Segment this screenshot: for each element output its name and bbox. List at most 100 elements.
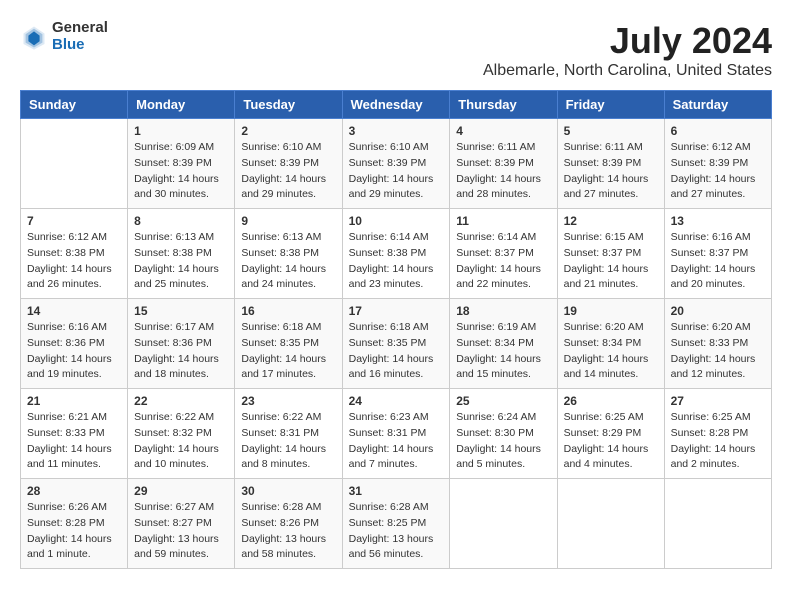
calendar-cell: 15 Sunrise: 6:17 AM Sunset: 8:36 PM Dayli… (128, 299, 235, 389)
day-number: 7 (27, 214, 121, 228)
calendar-body: 1 Sunrise: 6:09 AM Sunset: 8:39 PM Daylig… (21, 119, 772, 569)
day-number: 22 (134, 394, 228, 408)
day-number: 29 (134, 484, 228, 498)
day-info: Sunrise: 6:20 AM Sunset: 8:33 PM Dayligh… (671, 320, 765, 383)
calendar-week-5: 28 Sunrise: 6:26 AM Sunset: 8:28 PM Dayli… (21, 479, 772, 569)
calendar-cell: 4 Sunrise: 6:11 AM Sunset: 8:39 PM Daylig… (450, 119, 557, 209)
calendar-cell: 8 Sunrise: 6:13 AM Sunset: 8:38 PM Daylig… (128, 209, 235, 299)
day-info: Sunrise: 6:20 AM Sunset: 8:34 PM Dayligh… (564, 320, 658, 383)
day-number: 6 (671, 124, 765, 138)
calendar-cell: 3 Sunrise: 6:10 AM Sunset: 8:39 PM Daylig… (342, 119, 450, 209)
calendar-cell: 11Sunrise: 6:14 AM Sunset: 8:37 PM Dayli… (450, 209, 557, 299)
day-info: Sunrise: 6:12 AM Sunset: 8:39 PM Dayligh… (671, 140, 765, 203)
day-info: Sunrise: 6:16 AM Sunset: 8:36 PM Dayligh… (27, 320, 121, 383)
calendar-cell: 23 Sunrise: 6:22 AM Sunset: 8:31 PM Dayli… (235, 389, 342, 479)
day-info: Sunrise: 6:10 AM Sunset: 8:39 PM Dayligh… (349, 140, 444, 203)
day-number: 28 (27, 484, 121, 498)
day-number: 4 (456, 124, 550, 138)
day-number: 19 (564, 304, 658, 318)
calendar-cell: 31 Sunrise: 6:28 AM Sunset: 8:25 PM Dayli… (342, 479, 450, 569)
day-number: 25 (456, 394, 550, 408)
day-number: 16 (241, 304, 335, 318)
day-info: Sunrise: 6:13 AM Sunset: 8:38 PM Dayligh… (241, 230, 335, 293)
day-number: 14 (27, 304, 121, 318)
logo: General Blue (20, 20, 108, 53)
logo-text: General Blue (52, 20, 108, 53)
day-info: Sunrise: 6:17 AM Sunset: 8:36 PM Dayligh… (134, 320, 228, 383)
day-info: Sunrise: 6:14 AM Sunset: 8:38 PM Dayligh… (349, 230, 444, 293)
main-title: July 2024 (483, 20, 772, 62)
day-number: 21 (27, 394, 121, 408)
day-number: 17 (349, 304, 444, 318)
day-number: 24 (349, 394, 444, 408)
calendar-cell: 21Sunrise: 6:21 AM Sunset: 8:33 PM Dayli… (21, 389, 128, 479)
day-number: 12 (564, 214, 658, 228)
day-number: 9 (241, 214, 335, 228)
day-number: 5 (564, 124, 658, 138)
day-info: Sunrise: 6:22 AM Sunset: 8:31 PM Dayligh… (241, 410, 335, 473)
calendar-cell: 9 Sunrise: 6:13 AM Sunset: 8:38 PM Daylig… (235, 209, 342, 299)
calendar-table: SundayMondayTuesdayWednesdayThursdayFrid… (20, 90, 772, 569)
header: General Blue July 2024 Albemarle, North … (20, 20, 772, 80)
calendar-cell: 26 Sunrise: 6:25 AM Sunset: 8:29 PM Dayli… (557, 389, 664, 479)
calendar-cell: 1 Sunrise: 6:09 AM Sunset: 8:39 PM Daylig… (128, 119, 235, 209)
day-number: 23 (241, 394, 335, 408)
day-info: Sunrise: 6:09 AM Sunset: 8:39 PM Dayligh… (134, 140, 228, 203)
column-header-sunday: Sunday (21, 91, 128, 119)
calendar-cell: 13Sunrise: 6:16 AM Sunset: 8:37 PM Dayli… (664, 209, 771, 299)
calendar-header: SundayMondayTuesdayWednesdayThursdayFrid… (21, 91, 772, 119)
title-block: July 2024 Albemarle, North Carolina, Uni… (483, 20, 772, 80)
day-info: Sunrise: 6:25 AM Sunset: 8:28 PM Dayligh… (671, 410, 765, 473)
calendar-cell: 16Sunrise: 6:18 AM Sunset: 8:35 PM Dayli… (235, 299, 342, 389)
day-number: 20 (671, 304, 765, 318)
calendar-cell: 19 Sunrise: 6:20 AM Sunset: 8:34 PM Dayli… (557, 299, 664, 389)
calendar-cell: 29 Sunrise: 6:27 AM Sunset: 8:27 PM Dayli… (128, 479, 235, 569)
calendar-week-4: 21Sunrise: 6:21 AM Sunset: 8:33 PM Dayli… (21, 389, 772, 479)
calendar-week-3: 14 Sunrise: 6:16 AM Sunset: 8:36 PM Dayli… (21, 299, 772, 389)
calendar-cell: 2Sunrise: 6:10 AM Sunset: 8:39 PM Daylig… (235, 119, 342, 209)
day-number: 3 (349, 124, 444, 138)
day-info: Sunrise: 6:28 AM Sunset: 8:25 PM Dayligh… (349, 500, 444, 563)
day-info: Sunrise: 6:11 AM Sunset: 8:39 PM Dayligh… (456, 140, 550, 203)
day-number: 1 (134, 124, 228, 138)
day-info: Sunrise: 6:22 AM Sunset: 8:32 PM Dayligh… (134, 410, 228, 473)
day-number: 8 (134, 214, 228, 228)
logo-line2: Blue (52, 37, 108, 54)
day-info: Sunrise: 6:26 AM Sunset: 8:28 PM Dayligh… (27, 500, 121, 563)
calendar-cell: 24Sunrise: 6:23 AM Sunset: 8:31 PM Dayli… (342, 389, 450, 479)
calendar-cell: 17 Sunrise: 6:18 AM Sunset: 8:35 PM Dayli… (342, 299, 450, 389)
calendar-cell: 22 Sunrise: 6:22 AM Sunset: 8:32 PM Dayli… (128, 389, 235, 479)
day-number: 13 (671, 214, 765, 228)
day-number: 31 (349, 484, 444, 498)
day-number: 11 (456, 214, 550, 228)
calendar-cell: 25Sunrise: 6:24 AM Sunset: 8:30 PM Dayli… (450, 389, 557, 479)
day-number: 15 (134, 304, 228, 318)
column-header-monday: Monday (128, 91, 235, 119)
calendar-cell: 14 Sunrise: 6:16 AM Sunset: 8:36 PM Dayli… (21, 299, 128, 389)
calendar-cell (557, 479, 664, 569)
day-info: Sunrise: 6:13 AM Sunset: 8:38 PM Dayligh… (134, 230, 228, 293)
subtitle: Albemarle, North Carolina, United States (483, 62, 772, 80)
calendar-cell: 7Sunrise: 6:12 AM Sunset: 8:38 PM Daylig… (21, 209, 128, 299)
calendar-cell (21, 119, 128, 209)
day-info: Sunrise: 6:15 AM Sunset: 8:37 PM Dayligh… (564, 230, 658, 293)
calendar-cell (664, 479, 771, 569)
column-header-friday: Friday (557, 91, 664, 119)
day-number: 26 (564, 394, 658, 408)
calendar-cell: 5 Sunrise: 6:11 AM Sunset: 8:39 PM Daylig… (557, 119, 664, 209)
day-info: Sunrise: 6:25 AM Sunset: 8:29 PM Dayligh… (564, 410, 658, 473)
day-number: 30 (241, 484, 335, 498)
day-info: Sunrise: 6:18 AM Sunset: 8:35 PM Dayligh… (349, 320, 444, 383)
logo-icon (20, 23, 48, 51)
day-info: Sunrise: 6:27 AM Sunset: 8:27 PM Dayligh… (134, 500, 228, 563)
day-info: Sunrise: 6:11 AM Sunset: 8:39 PM Dayligh… (564, 140, 658, 203)
calendar-cell (450, 479, 557, 569)
calendar-week-2: 7Sunrise: 6:12 AM Sunset: 8:38 PM Daylig… (21, 209, 772, 299)
day-info: Sunrise: 6:19 AM Sunset: 8:34 PM Dayligh… (456, 320, 550, 383)
day-info: Sunrise: 6:10 AM Sunset: 8:39 PM Dayligh… (241, 140, 335, 203)
calendar-cell: 27Sunrise: 6:25 AM Sunset: 8:28 PM Dayli… (664, 389, 771, 479)
calendar-cell: 18Sunrise: 6:19 AM Sunset: 8:34 PM Dayli… (450, 299, 557, 389)
calendar-cell: 28 Sunrise: 6:26 AM Sunset: 8:28 PM Dayli… (21, 479, 128, 569)
calendar-cell: 20 Sunrise: 6:20 AM Sunset: 8:33 PM Dayli… (664, 299, 771, 389)
column-header-thursday: Thursday (450, 91, 557, 119)
